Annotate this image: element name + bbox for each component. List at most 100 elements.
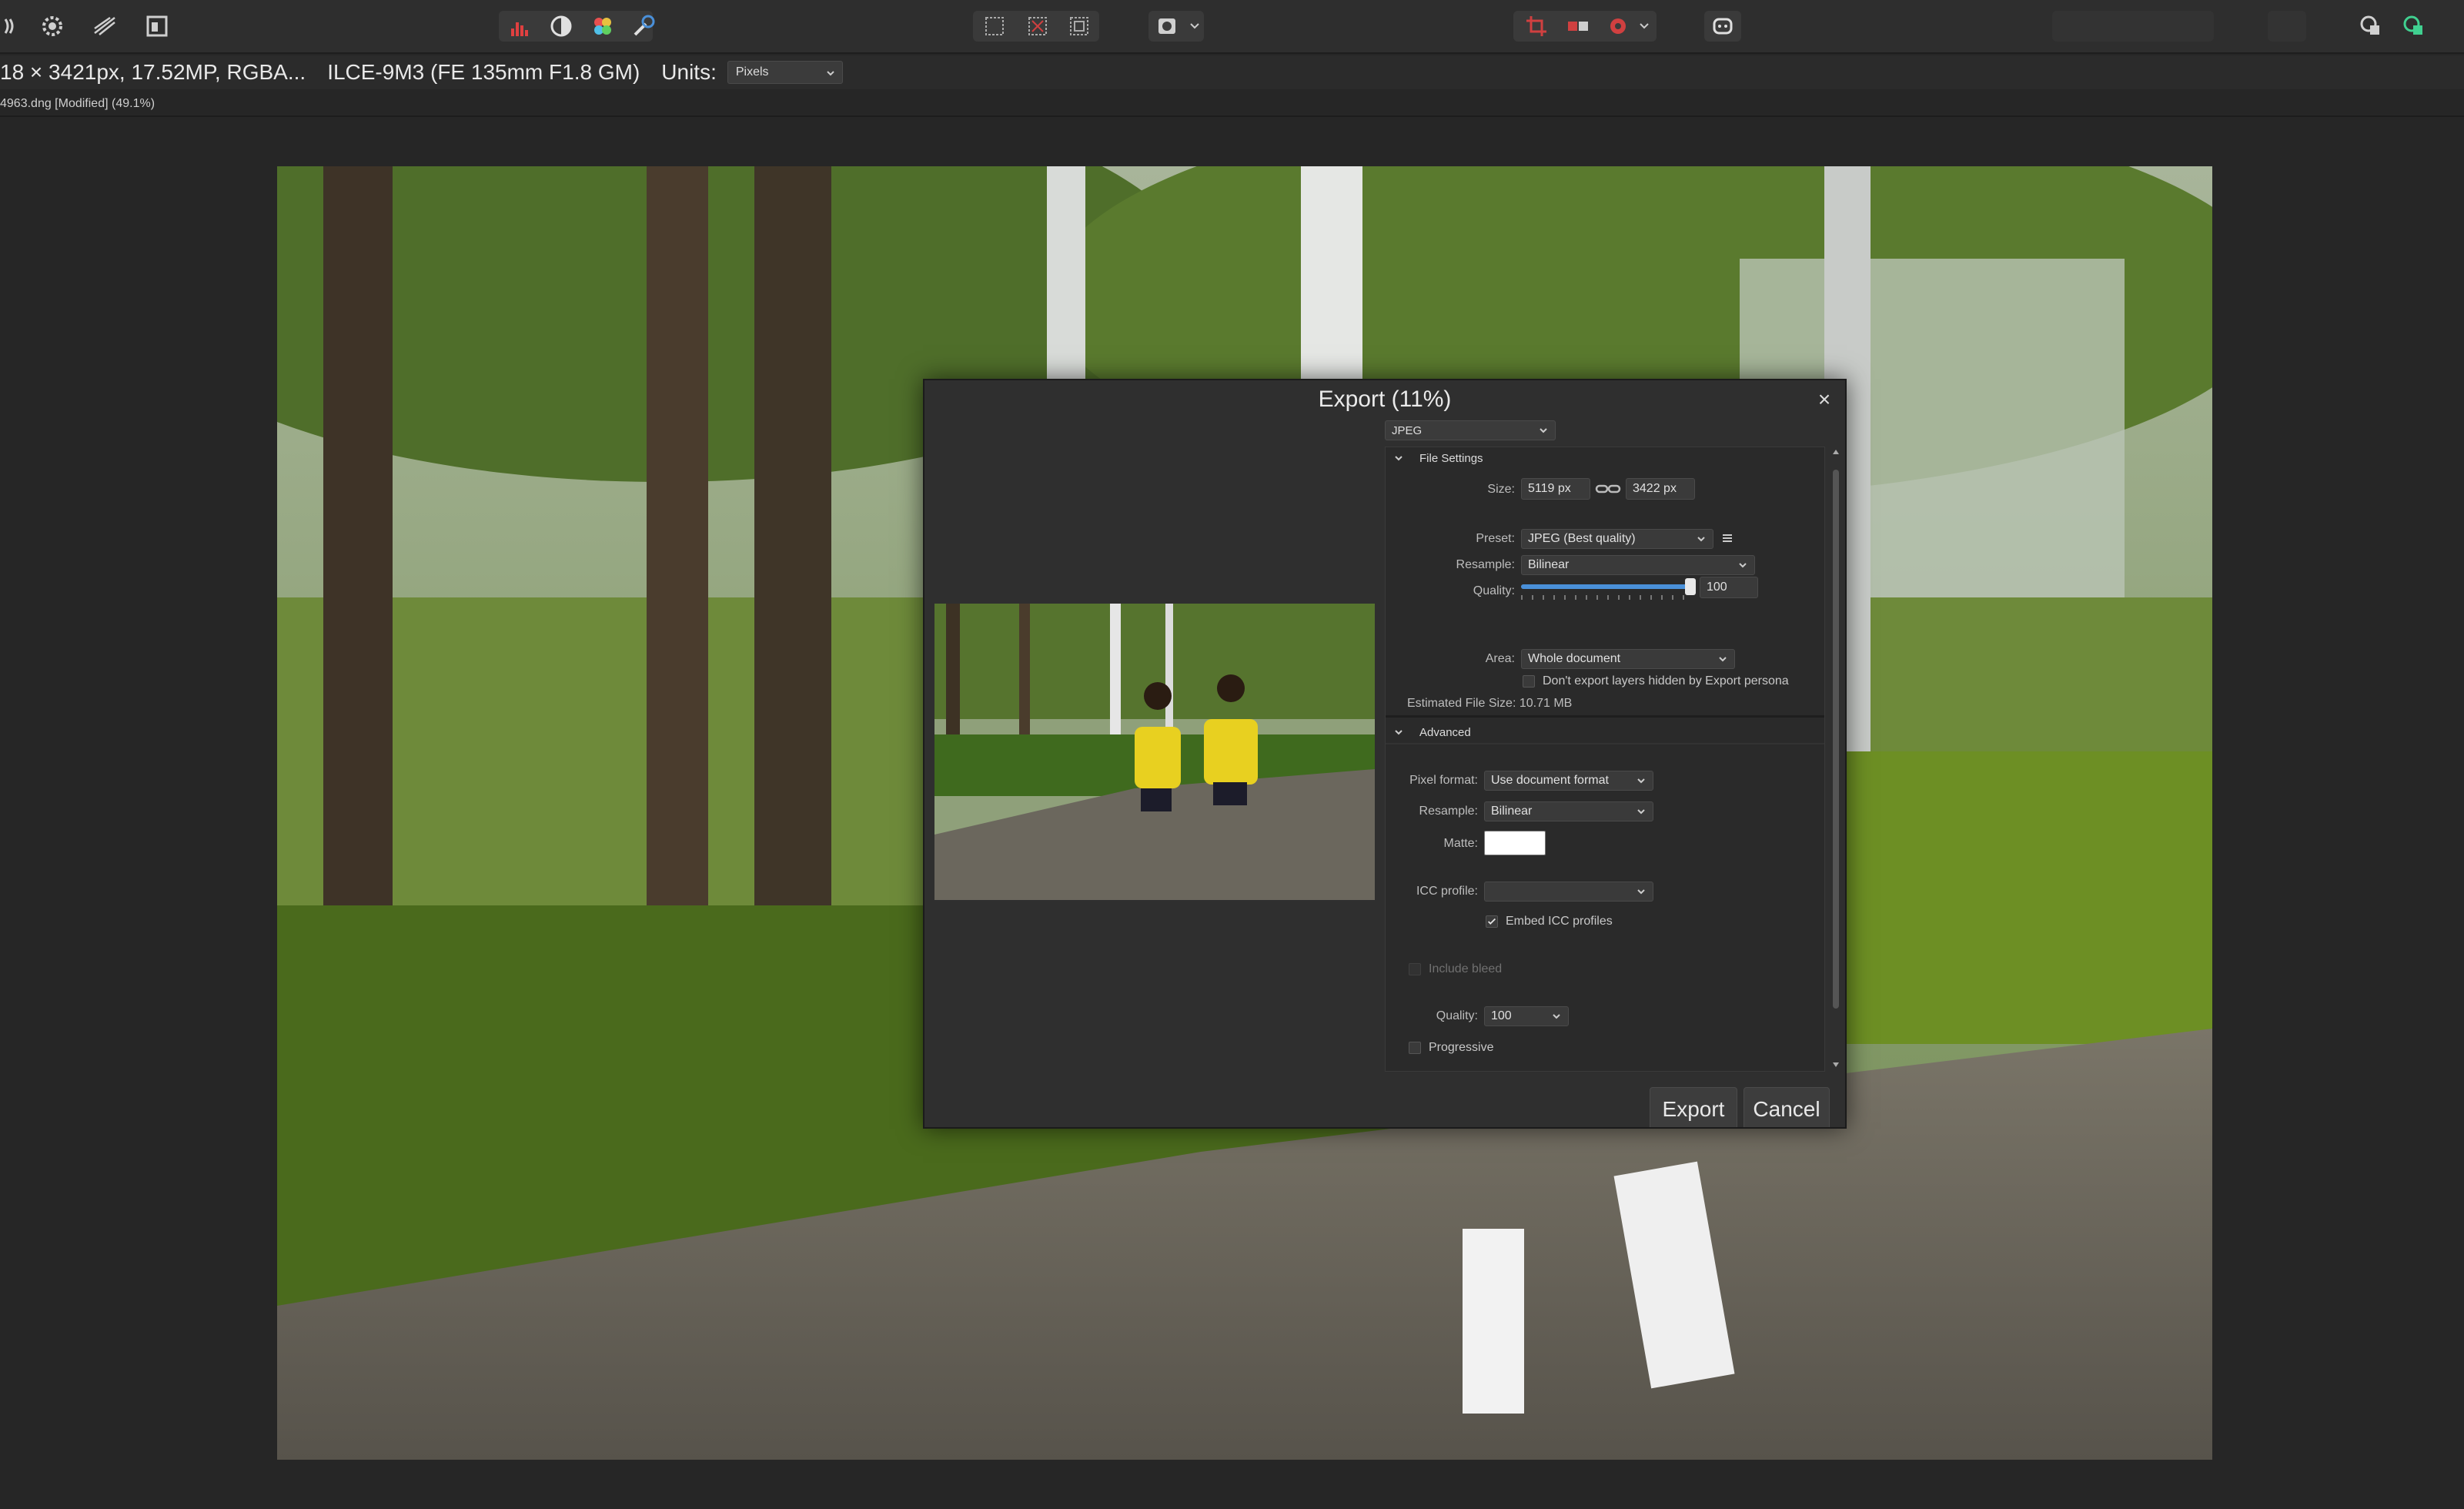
quality-slider-thumb[interactable] bbox=[1685, 578, 1696, 595]
link-icon[interactable] bbox=[1595, 483, 1621, 495]
advanced-resample-value: Bilinear bbox=[1491, 805, 1533, 818]
chevron-down-icon bbox=[1719, 657, 1727, 662]
format-select[interactable]: JPEG bbox=[1385, 420, 1556, 440]
disabled-tool-group bbox=[2052, 11, 2214, 42]
export-button[interactable]: Export bbox=[1650, 1087, 1737, 1127]
advanced-resample-select[interactable]: Bilinear bbox=[1484, 801, 1653, 821]
section-divider bbox=[1386, 743, 1824, 744]
chevron-down-icon bbox=[1395, 456, 1403, 461]
advanced-resample-label: Resample: bbox=[1419, 805, 1478, 818]
chevron-down-icon bbox=[1637, 778, 1645, 784]
histogram-icon[interactable] bbox=[505, 11, 536, 42]
document-title: 4963.dng [Modified] (49.1%) bbox=[0, 97, 155, 110]
preset-label: Preset: bbox=[1476, 532, 1515, 545]
export-persona-icon[interactable] bbox=[142, 11, 172, 42]
chevron-down-icon bbox=[1395, 730, 1403, 735]
include-bleed-checkbox[interactable] bbox=[1409, 963, 1421, 975]
quick-mask-icon[interactable] bbox=[1152, 11, 1182, 42]
matte-label: Matte: bbox=[1443, 837, 1478, 850]
embed-icc-label: Embed ICC profiles bbox=[1506, 915, 1613, 928]
chevron-down-icon bbox=[1553, 1014, 1560, 1019]
units-select[interactable]: Pixels bbox=[727, 61, 843, 84]
quality-label: Quality: bbox=[1473, 584, 1515, 597]
estimated-file-size: Estimated File Size: 10.71 MB bbox=[1407, 697, 1573, 710]
units-value: Pixels bbox=[735, 65, 769, 79]
quality-slider[interactable] bbox=[1521, 584, 1690, 589]
preset-select[interactable]: JPEG (Best quality) bbox=[1521, 529, 1713, 549]
advanced-title: Advanced bbox=[1419, 726, 1471, 739]
pixel-format-label: Pixel format: bbox=[1409, 774, 1478, 787]
mirror-icon[interactable] bbox=[1563, 11, 1593, 42]
file-settings-header[interactable]: File Settings bbox=[1386, 447, 1824, 470]
resample-label: Resample: bbox=[1456, 558, 1515, 571]
assistant-icon[interactable] bbox=[1707, 11, 1738, 42]
resample-value: Bilinear bbox=[1528, 558, 1570, 571]
embed-icc-checkbox[interactable] bbox=[1486, 915, 1498, 928]
export-dialog: Export (11%) × JPEG File Settings Size: … bbox=[923, 379, 1847, 1129]
progressive-label: Progressive bbox=[1429, 1041, 1494, 1054]
format-value: JPEG bbox=[1392, 424, 1423, 437]
context-toolbar: 18 × 3421px, 17.52MP, RGBA... ILCE-9M3 (… bbox=[0, 55, 2464, 89]
settings-scrollbar[interactable] bbox=[1831, 447, 1840, 1072]
marquee-invert-icon[interactable] bbox=[1064, 11, 1095, 42]
document-tab[interactable]: 4963.dng [Modified] (49.1%) bbox=[0, 91, 2464, 117]
units-label: Units: bbox=[661, 60, 717, 84]
size-label: Size: bbox=[1487, 483, 1515, 496]
quality-slider-fill bbox=[1521, 584, 1690, 589]
settings-gear-icon[interactable] bbox=[37, 11, 68, 42]
progressive-checkbox[interactable] bbox=[1409, 1042, 1421, 1054]
icc-profile-select[interactable] bbox=[1484, 882, 1653, 902]
camera-info: ILCE-9M3 (FE 135mm F1.8 GM) bbox=[327, 60, 640, 84]
quality-field[interactable]: 100 bbox=[1700, 577, 1758, 598]
preset-value: JPEG (Best quality) bbox=[1528, 532, 1636, 545]
hidden-layers-checkbox[interactable] bbox=[1523, 675, 1535, 688]
matte-color-swatch[interactable] bbox=[1484, 831, 1546, 855]
brush-mask-icon[interactable] bbox=[546, 11, 577, 42]
chevron-down-icon bbox=[1637, 889, 1645, 895]
document-dimensions: 18 × 3421px, 17.52MP, RGBA... bbox=[0, 60, 306, 84]
chevron-down-icon bbox=[1739, 563, 1747, 568]
close-icon[interactable]: × bbox=[1813, 388, 1836, 411]
area-select[interactable]: Whole document bbox=[1521, 649, 1735, 669]
checkmark-icon bbox=[1488, 918, 1496, 925]
scroll-down-icon[interactable] bbox=[1832, 1061, 1840, 1069]
scrollbar-thumb[interactable] bbox=[1833, 470, 1839, 1009]
area-label: Area: bbox=[1485, 652, 1515, 665]
height-field[interactable]: 3422 px bbox=[1626, 478, 1695, 500]
record-icon[interactable] bbox=[1603, 11, 1633, 42]
dialog-title: Export (11%) bbox=[1318, 386, 1452, 412]
chevron-down-icon bbox=[827, 71, 834, 76]
quality-slider-ticks bbox=[1521, 595, 1690, 600]
chevron-down-icon bbox=[1637, 809, 1645, 815]
area-value: Whole document bbox=[1528, 652, 1621, 665]
section-divider bbox=[1386, 715, 1824, 718]
curves-icon[interactable] bbox=[89, 11, 120, 42]
persona-icon[interactable] bbox=[0, 11, 31, 42]
pixel-format-value: Use document format bbox=[1491, 774, 1609, 787]
resample-select[interactable]: Bilinear bbox=[1521, 555, 1755, 575]
marquee-icon[interactable] bbox=[979, 11, 1010, 42]
icc-profile-label: ICC profile: bbox=[1416, 885, 1478, 898]
preset-menu-icon[interactable] bbox=[1721, 532, 1733, 544]
main-toolbar bbox=[0, 0, 2464, 54]
include-bleed-label: Include bleed bbox=[1429, 962, 1503, 975]
advanced-quality-value: 100 bbox=[1491, 1009, 1512, 1022]
width-field[interactable]: 5119 px bbox=[1521, 478, 1590, 500]
advanced-quality-select[interactable]: 100 bbox=[1484, 1006, 1569, 1026]
selection-brush-icon[interactable] bbox=[628, 11, 659, 42]
scroll-up-icon[interactable] bbox=[1832, 448, 1840, 456]
advanced-quality-label: Quality: bbox=[1436, 1009, 1478, 1022]
disabled-tool bbox=[2268, 11, 2306, 42]
chevron-down-icon[interactable] bbox=[1638, 18, 1650, 34]
marquee-subtract-icon[interactable] bbox=[1022, 11, 1053, 42]
crop-icon[interactable] bbox=[1521, 11, 1552, 42]
studio-panel-icon[interactable] bbox=[2355, 11, 2386, 42]
cancel-button[interactable]: Cancel bbox=[1744, 1087, 1830, 1127]
pixel-format-select[interactable]: Use document format bbox=[1484, 771, 1653, 791]
advanced-header[interactable]: Advanced bbox=[1386, 721, 1824, 744]
export-settings-panel: File Settings Size: 5119 px 3422 px Pres… bbox=[1385, 447, 1825, 1072]
studio-panel-2-icon[interactable] bbox=[2399, 11, 2429, 42]
chevron-down-icon[interactable] bbox=[1189, 18, 1201, 34]
color-wheel-icon[interactable] bbox=[587, 11, 618, 42]
chevron-down-icon bbox=[1540, 428, 1547, 433]
